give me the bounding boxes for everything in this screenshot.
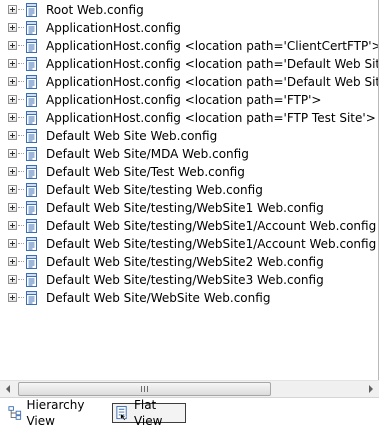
- expand-plus-icon[interactable]: [8, 203, 17, 212]
- tree-node-label: Default Web Site/testing Web.config: [46, 183, 263, 197]
- expand-plus-icon[interactable]: [8, 257, 17, 266]
- expand-plus-icon[interactable]: [8, 95, 17, 104]
- config-file-icon: [24, 290, 40, 306]
- tree-node[interactable]: Root Web.config: [0, 1, 378, 19]
- config-file-icon: [24, 92, 40, 108]
- config-file-icon: [24, 164, 40, 180]
- flat-view-label: Flat View: [133, 398, 163, 428]
- config-file-icon: [24, 38, 40, 54]
- view-mode-bar: Hierarchy View Flat View: [0, 397, 379, 428]
- tree-node[interactable]: Default Web Site/testing/WebSite1/Accoun…: [0, 235, 378, 253]
- config-file-icon: [24, 254, 40, 270]
- expand-plus-icon[interactable]: [8, 221, 17, 230]
- tree-node-label: Default Web Site/testing/WebSite2 Web.co…: [46, 255, 324, 269]
- tree-node-label: Default Web Site/testing/WebSite1/Accoun…: [46, 237, 378, 251]
- expand-plus-icon[interactable]: [8, 5, 17, 14]
- tree-node-label: ApplicationHost.config: [46, 21, 181, 35]
- tree-node-label: ApplicationHost.config <location path='D…: [46, 57, 379, 71]
- expand-plus-icon[interactable]: [8, 131, 17, 140]
- expand-plus-icon[interactable]: [8, 185, 17, 194]
- config-file-icon: [24, 128, 40, 144]
- expand-plus-icon[interactable]: [8, 59, 17, 68]
- config-file-icon: [24, 74, 40, 90]
- tree-node[interactable]: Default Web Site Web.config: [0, 127, 378, 145]
- flat-view-icon: [116, 405, 127, 421]
- tree-node[interactable]: ApplicationHost.config <location path='F…: [0, 91, 378, 109]
- tree-node-label: Root Web.config: [46, 3, 144, 17]
- scroll-right-arrow-icon[interactable]: [362, 381, 379, 397]
- config-file-icon: [24, 146, 40, 162]
- config-tree-view[interactable]: Root Web.config ApplicationHost.config App…: [0, 0, 379, 380]
- expand-plus-icon[interactable]: [8, 149, 17, 158]
- tree-node-label: Default Web Site/testing/WebSite1 Web.co…: [46, 201, 324, 215]
- expand-plus-icon[interactable]: [8, 113, 17, 122]
- expand-plus-icon[interactable]: [8, 293, 17, 302]
- tree-node[interactable]: ApplicationHost.config <location path='D…: [0, 73, 378, 91]
- tree-node[interactable]: ApplicationHost.config: [0, 19, 378, 37]
- config-file-icon: [24, 182, 40, 198]
- tree-node[interactable]: ApplicationHost.config <location path='D…: [0, 55, 378, 73]
- expand-plus-icon[interactable]: [8, 77, 17, 86]
- tree-node-label: ApplicationHost.config <location path='F…: [46, 111, 376, 125]
- tree-node[interactable]: Default Web Site/testing Web.config: [0, 181, 378, 199]
- expand-plus-icon[interactable]: [8, 275, 17, 284]
- scrollbar-grip-icon: [141, 386, 148, 392]
- config-file-icon: [24, 200, 40, 216]
- tree-node[interactable]: Default Web Site/MDA Web.config: [0, 145, 378, 163]
- config-file-icon: [24, 272, 40, 288]
- hierarchy-view-icon: [8, 406, 22, 420]
- hierarchy-view-button[interactable]: Hierarchy View: [6, 398, 108, 428]
- configuration-tree-panel: Root Web.config ApplicationHost.config App…: [0, 0, 379, 428]
- tree-node[interactable]: Default Web Site/testing/WebSite1/Accoun…: [0, 217, 378, 235]
- config-file-icon: [24, 20, 40, 36]
- config-file-icon: [24, 236, 40, 252]
- config-file-icon: [24, 2, 40, 18]
- config-file-icon: [24, 110, 40, 126]
- scroll-left-arrow-icon[interactable]: [0, 381, 17, 397]
- horizontal-scrollbar[interactable]: [0, 380, 379, 397]
- tree-node-label: Default Web Site/testing/WebSite1/Accoun…: [46, 219, 377, 233]
- tree-node-label: Default Web Site/WebSite Web.config: [46, 291, 271, 305]
- config-file-icon: [24, 56, 40, 72]
- expand-plus-icon[interactable]: [8, 41, 17, 50]
- tree-node[interactable]: Default Web Site/testing/WebSite3 Web.co…: [0, 271, 378, 289]
- scrollbar-thumb[interactable]: [18, 382, 271, 396]
- tree-node-label: Default Web Site Web.config: [46, 129, 218, 143]
- tree-node[interactable]: Default Web Site/WebSite Web.config: [0, 289, 378, 307]
- tree-node[interactable]: ApplicationHost.config <location path='C…: [0, 37, 378, 55]
- tree-node[interactable]: Default Web Site/testing/WebSite2 Web.co…: [0, 253, 378, 271]
- tree-node[interactable]: Default Web Site/testing/WebSite1 Web.co…: [0, 199, 378, 217]
- tree-node-label: Default Web Site/Test Web.config: [46, 165, 245, 179]
- tree-node-label: ApplicationHost.config <location path='F…: [46, 93, 322, 107]
- tree-node[interactable]: Default Web Site/Test Web.config: [0, 163, 378, 181]
- expand-plus-icon[interactable]: [8, 167, 17, 176]
- tree-node-label: Default Web Site/testing/WebSite3 Web.co…: [46, 273, 324, 287]
- hierarchy-view-label: Hierarchy View: [26, 398, 85, 428]
- expand-plus-icon[interactable]: [8, 23, 17, 32]
- flat-view-button[interactable]: Flat View: [112, 398, 186, 428]
- tree-node-label: ApplicationHost.config <location path='C…: [46, 39, 379, 53]
- tree-node-label: ApplicationHost.config <location path='D…: [46, 75, 378, 89]
- tree-node[interactable]: ApplicationHost.config <location path='F…: [0, 109, 378, 127]
- expand-plus-icon[interactable]: [8, 239, 17, 248]
- config-file-icon: [24, 218, 40, 234]
- tree-node-label: Default Web Site/MDA Web.config: [46, 147, 249, 161]
